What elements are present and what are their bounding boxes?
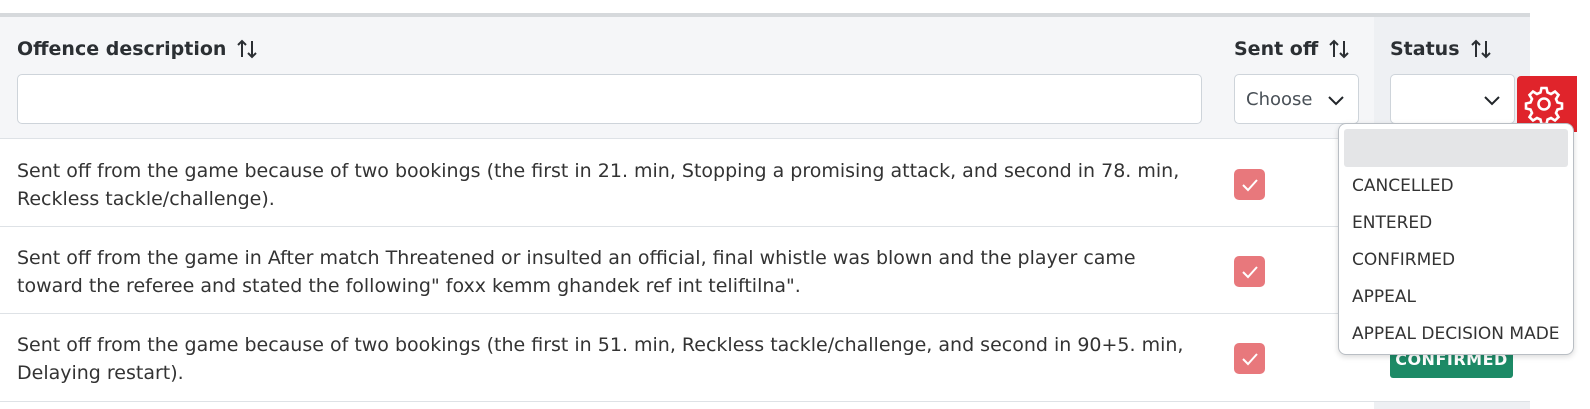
- dropdown-option-confirmed[interactable]: CONFIRMED: [1352, 250, 1455, 270]
- sent-off-checkbox[interactable]: [1234, 169, 1265, 200]
- sort-arrows-icon[interactable]: [1469, 37, 1493, 61]
- table-row: Sent off from the game because of two bo…: [0, 314, 1530, 402]
- offence-description-cell: Sent off from the game in After match Th…: [17, 247, 1136, 297]
- column-title: Sent off: [1234, 38, 1319, 60]
- dropdown-option-cancelled[interactable]: CANCELLED: [1352, 176, 1454, 196]
- sent-off-checkbox[interactable]: [1234, 343, 1265, 374]
- column-header-status[interactable]: Status: [1390, 37, 1493, 61]
- sort-arrows-icon[interactable]: [1327, 37, 1351, 61]
- chevron-down-icon: [1484, 96, 1500, 106]
- column-title: Status: [1390, 38, 1460, 60]
- offence-description-filter-input[interactable]: [17, 74, 1202, 124]
- sort-arrows-icon[interactable]: [235, 37, 259, 61]
- dropdown-option-appeal-decision-made[interactable]: APPEAL DECISION MADE: [1352, 324, 1560, 344]
- column-header-offence-description[interactable]: Offence description: [17, 37, 259, 61]
- column-header-sent-off[interactable]: Sent off: [1234, 37, 1351, 61]
- table-row: Sent off from the game in After match Th…: [0, 227, 1530, 314]
- sent-off-checkbox[interactable]: [1234, 256, 1265, 287]
- dropdown-option-appeal[interactable]: APPEAL: [1352, 287, 1416, 307]
- checkmark-icon: [1241, 265, 1258, 278]
- column-title: Offence description: [17, 38, 227, 60]
- status-filter-select[interactable]: [1390, 74, 1515, 124]
- dropdown-option-entered[interactable]: ENTERED: [1352, 213, 1432, 233]
- select-value: Choose: [1246, 88, 1313, 110]
- status-dropdown-menu: CANCELLED ENTERED CONFIRMED APPEAL APPEA…: [1338, 123, 1574, 355]
- gear-icon: [1524, 86, 1564, 124]
- chevron-down-icon: [1328, 96, 1344, 106]
- offence-description-cell: Sent off from the game because of two bo…: [17, 334, 1184, 384]
- checkmark-icon: [1241, 352, 1258, 365]
- table-row: Sent off from the game because of two bo…: [0, 140, 1530, 227]
- sent-off-filter-select[interactable]: Choose: [1234, 74, 1359, 124]
- dropdown-option-blank[interactable]: [1344, 129, 1568, 167]
- checkmark-icon: [1241, 178, 1258, 191]
- offence-description-cell: Sent off from the game because of two bo…: [17, 160, 1180, 210]
